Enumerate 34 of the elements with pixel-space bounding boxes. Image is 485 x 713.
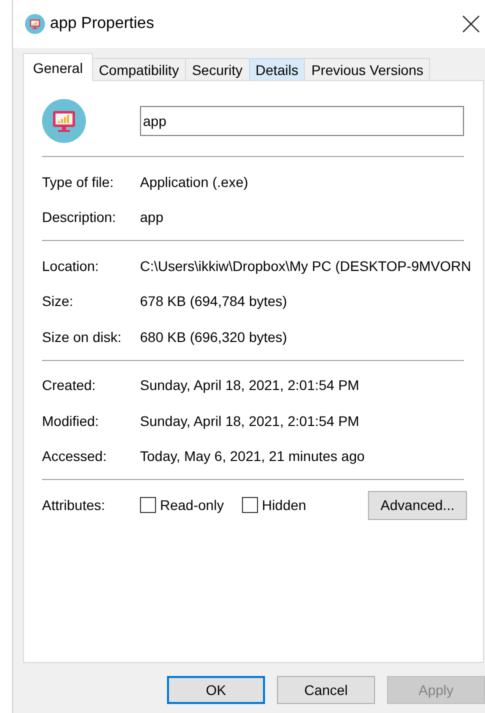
- field-value: 680 KB (696,320 bytes): [140, 328, 288, 345]
- field-label: Size on disk:: [42, 328, 122, 345]
- field-value: Sunday, April 18, 2021, 2:01:54 PM: [140, 377, 360, 394]
- field-value: app: [140, 209, 164, 226]
- dialog-button[interactable]: OK: [167, 676, 265, 704]
- close-icon[interactable]: [462, 15, 480, 33]
- checkbox[interactable]: [140, 497, 156, 513]
- field-label: Accessed:: [42, 448, 108, 464]
- checkbox-label: Read-only: [160, 497, 224, 513]
- field-value: 678 KB (694,784 bytes): [140, 293, 288, 310]
- tab[interactable]: Previous Versions: [304, 58, 430, 80]
- field-label: Size:: [42, 293, 74, 310]
- field-label: Created:: [42, 377, 97, 394]
- tab[interactable]: General: [23, 53, 93, 81]
- checkbox-label: Hidden: [262, 497, 306, 513]
- dialog-button[interactable]: Cancel: [277, 676, 375, 704]
- field-value: Today, May 6, 2021, 21 minutes ago: [140, 448, 365, 464]
- field-label: Location:: [42, 258, 100, 274]
- file-name-field[interactable]: app: [140, 106, 464, 136]
- field-value: Sunday, April 18, 2021, 2:01:54 PM: [140, 412, 360, 429]
- field-value: Application (.exe): [140, 174, 248, 190]
- field-label: Modified:: [42, 412, 100, 429]
- checkbox[interactable]: [242, 497, 258, 513]
- field-label: Attributes:: [42, 497, 106, 513]
- window-title: app Properties: [50, 15, 154, 33]
- field-label: Type of file:: [42, 174, 115, 190]
- tab[interactable]: Security: [184, 58, 250, 80]
- app-icon: [42, 99, 86, 143]
- tab[interactable]: Details: [248, 58, 306, 80]
- tab[interactable]: Compatibility: [92, 58, 186, 80]
- field-value: C:\Users\ikkiw\Dropbox\My PC (DESKTOP-9MVORN: [140, 258, 472, 274]
- field-label: Description:: [42, 209, 117, 226]
- app-icon: [25, 14, 45, 34]
- advanced-button[interactable]: Advanced...: [368, 490, 467, 520]
